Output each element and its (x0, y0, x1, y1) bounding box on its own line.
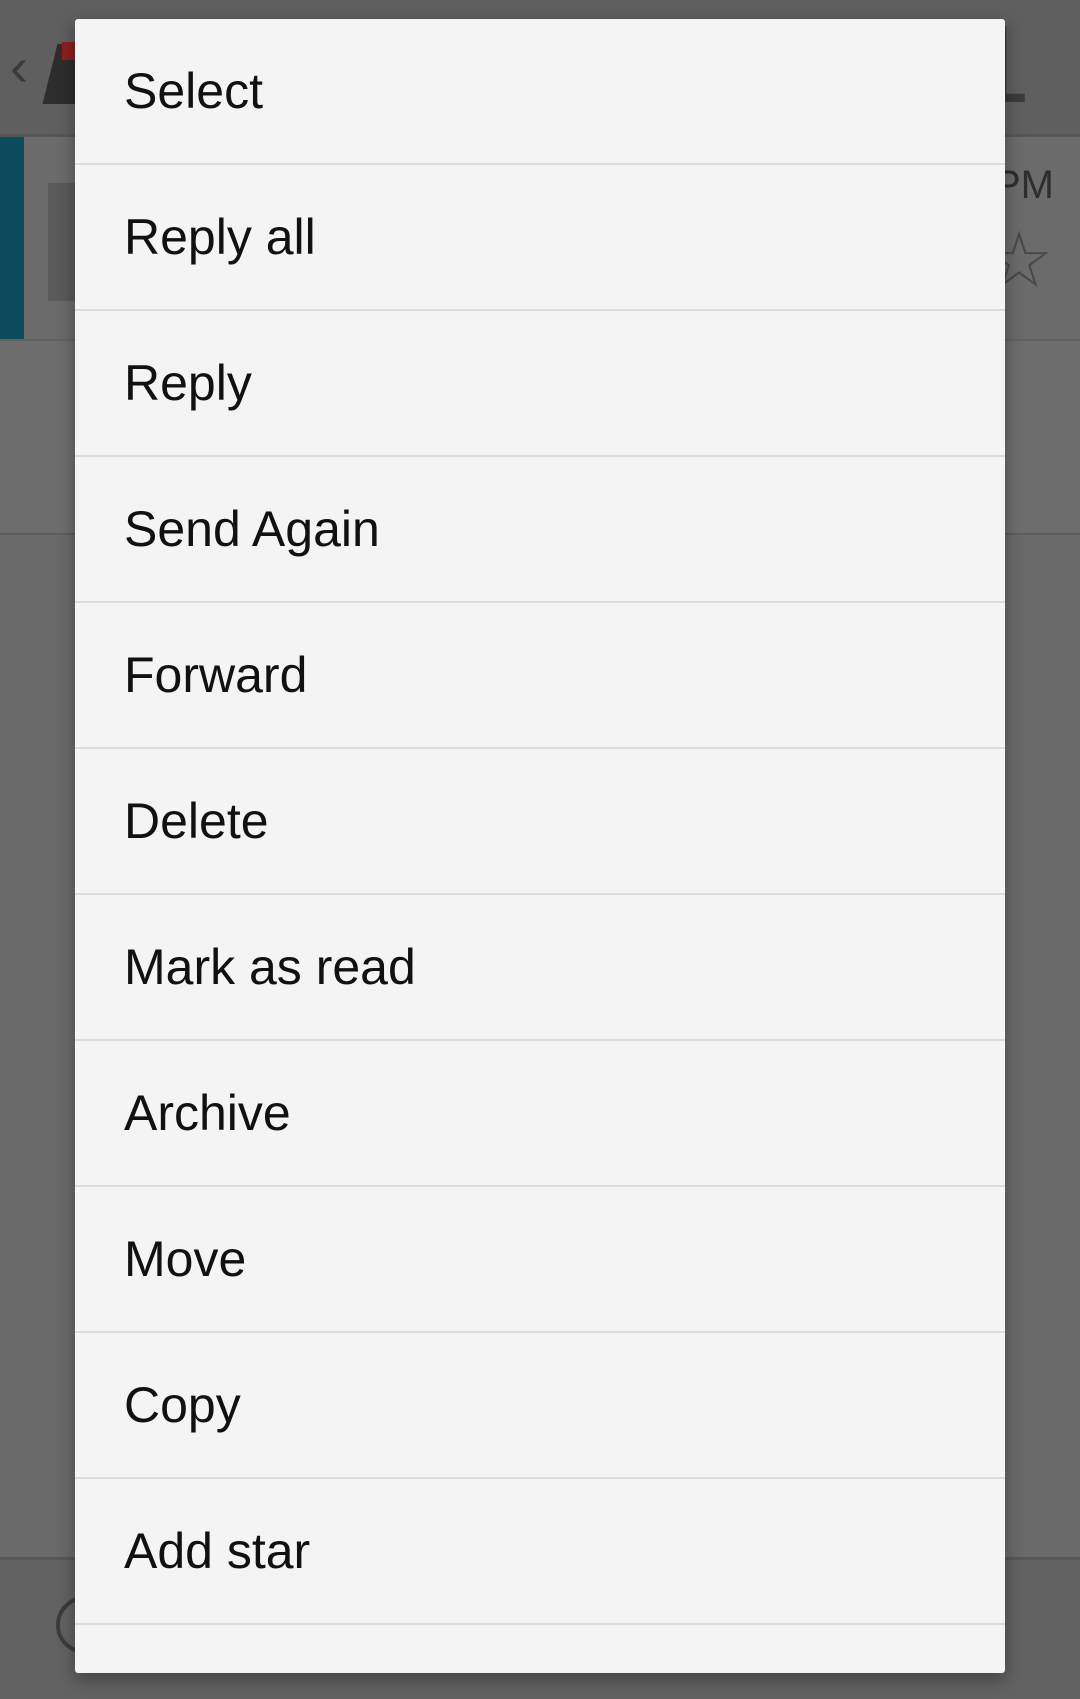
menu-item-send-again[interactable]: Send Again (75, 457, 1005, 603)
menu-item-reply[interactable]: Reply (75, 311, 1005, 457)
menu-item-move[interactable]: Move (75, 1187, 1005, 1333)
menu-item-forward[interactable]: Forward (75, 603, 1005, 749)
menu-item-archive[interactable]: Archive (75, 1041, 1005, 1187)
unread-accent-bar (0, 137, 24, 339)
back-icon: ‹ (10, 37, 28, 97)
menu-item-label: Reply (124, 355, 252, 411)
menu-item-label: Move (124, 1231, 247, 1287)
menu-item-label: Select (124, 63, 263, 119)
menu-item-label: Forward (124, 647, 308, 703)
menu-item-mark-as-read[interactable]: Mark as read (75, 895, 1005, 1041)
menu-item-delete[interactable]: Delete (75, 749, 1005, 895)
context-menu: Select Reply all Reply Send Again Forwar… (75, 19, 1005, 1673)
menu-item-add-star[interactable]: Add star (75, 1479, 1005, 1625)
menu-item-label: Add star (124, 1523, 311, 1579)
menu-item-more[interactable] (75, 1625, 1005, 1673)
menu-item-label: Send Again (124, 501, 380, 557)
menu-item-reply-all[interactable]: Reply all (75, 165, 1005, 311)
menu-item-label: Mark as read (124, 939, 416, 995)
menu-item-label: Archive (124, 1085, 291, 1141)
menu-item-label: Delete (124, 793, 269, 849)
menu-item-label: Copy (124, 1377, 241, 1433)
menu-item-label: Reply all (124, 209, 316, 265)
menu-item-select[interactable]: Select (75, 19, 1005, 165)
avatar (48, 183, 78, 301)
screen: ‹ 1 PM ☆ Select Reply all Reply Send Aga… (0, 0, 1080, 1699)
menu-item-copy[interactable]: Copy (75, 1333, 1005, 1479)
